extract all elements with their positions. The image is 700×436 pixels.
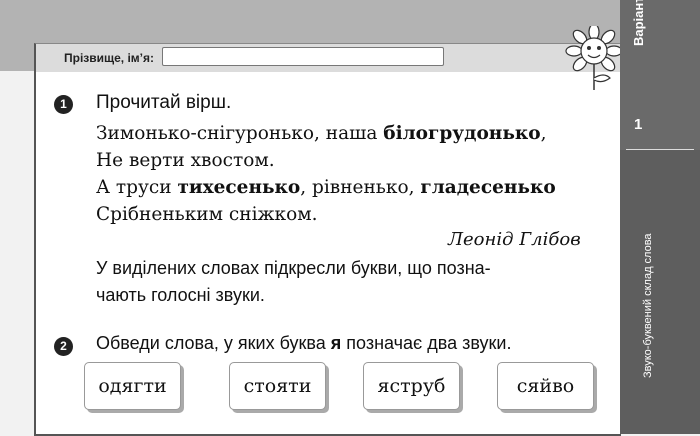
- task-1-number: 1: [54, 95, 73, 114]
- poem-line-2: Не верти хвостом.: [96, 150, 275, 171]
- side-divider: [626, 149, 694, 150]
- bold-word-2: тихесенько: [177, 177, 301, 198]
- task-1-title: Прочитай вірш.: [96, 92, 232, 113]
- poem-line-3: А труси тихесенько, рівненько, гладесень…: [96, 177, 556, 198]
- side-panel: Варіант 1 1 Звуко-буквений склад слова: [620, 0, 700, 434]
- worksheet-page: Прізвище, ім’я: 1 Прочитай вірш. Зимоньк…: [0, 0, 700, 436]
- word-option-2[interactable]: стояти: [229, 362, 326, 410]
- word-option-3[interactable]: яструб: [363, 362, 460, 410]
- task-2-number: 2: [54, 337, 73, 356]
- name-field[interactable]: [162, 47, 444, 66]
- poem-author: Леонід Глібов: [448, 229, 581, 250]
- word-option-4[interactable]: сяйво: [497, 362, 594, 410]
- sunflower-mascot-icon: [565, 26, 623, 90]
- bold-word-1: білогрудонько: [383, 123, 541, 144]
- task-2-text: Обведи слова, у яких буква я позначає дв…: [96, 333, 512, 353]
- variant-label: Варіант 1: [631, 0, 646, 46]
- name-header: Прізвище, ім’я:: [36, 44, 621, 72]
- name-label: Прізвище, ім’я:: [64, 51, 155, 65]
- poem-line-1: Зимонько-снігуронько, наша білогрудонько…: [96, 123, 547, 144]
- bold-word-3: гладесенько: [420, 177, 556, 198]
- word-option-1[interactable]: одягти: [84, 362, 181, 410]
- task-2-letter: я: [330, 333, 342, 353]
- poem-line-4: Срібненьким сніжком.: [96, 204, 318, 225]
- topic-label: Звуко-буквений склад слова: [642, 233, 654, 378]
- poem: Зимонько-снігуронько, наша білогрудонько…: [96, 120, 556, 228]
- variant-number: 1: [634, 116, 643, 133]
- task-1-instruction: У виділених словах підкресли букви, що п…: [96, 258, 491, 305]
